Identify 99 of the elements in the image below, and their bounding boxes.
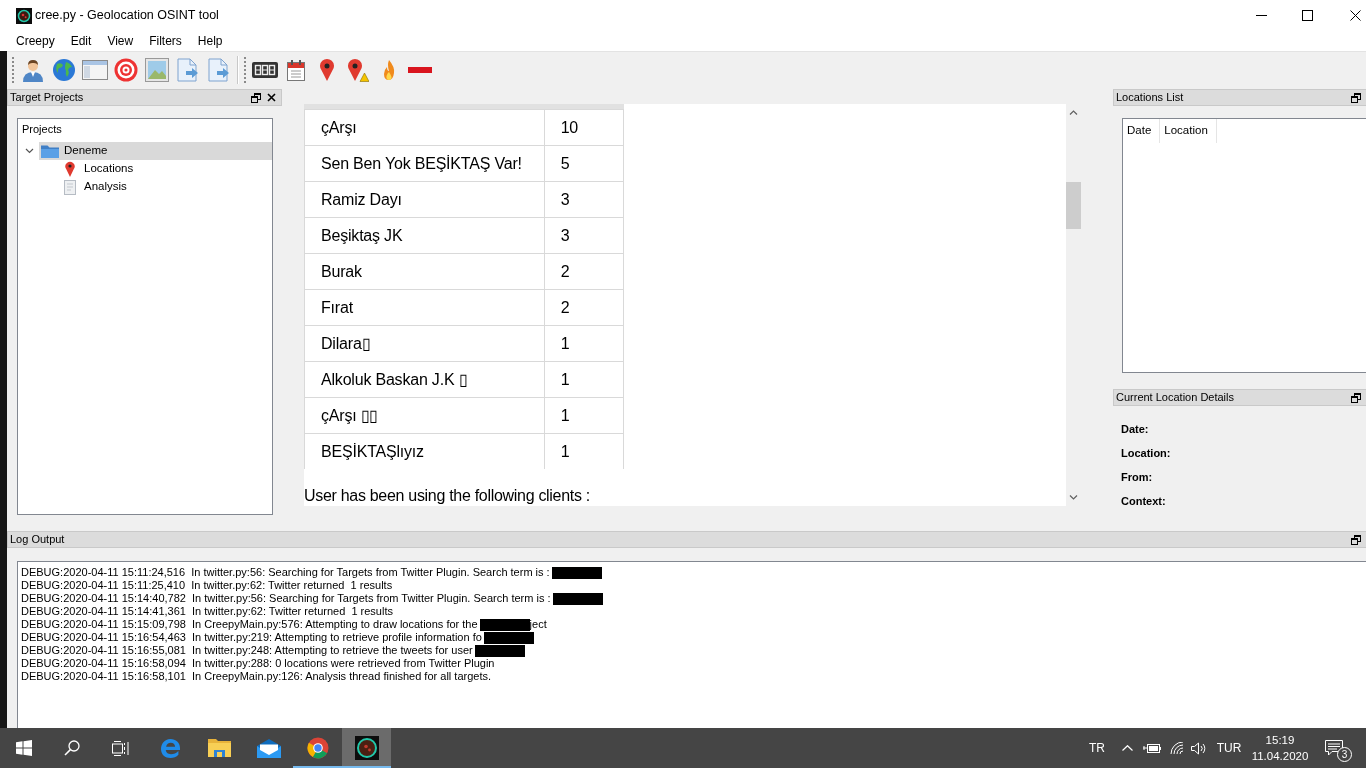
minimize-icon — [1255, 15, 1267, 16]
clock-button[interactable]: 15:19 11.04.2020 — [1250, 728, 1310, 768]
scrollbar-thumb[interactable] — [1066, 182, 1081, 229]
app-icon — [16, 7, 32, 24]
pin-icon[interactable] — [318, 57, 335, 82]
volume-icon[interactable] — [1191, 741, 1207, 755]
input-method-indicator[interactable]: TUR — [1212, 728, 1246, 768]
table-cell: çArşı ▯▯ — [304, 397, 545, 434]
browser-icon — [160, 737, 181, 759]
chevron-down-icon[interactable] — [25, 148, 34, 154]
log-text: DEBUG:2020-04-11 15:11:24,516 In twitter.py:56: Searching for Targets from Twitter Plugin. Search term is : — [21, 566, 550, 579]
table-cell: Fırat — [304, 289, 545, 326]
menu-item[interactable]: Creepy — [8, 32, 63, 50]
table-cell: 2 — [544, 253, 624, 290]
table-cell: 10 — [544, 109, 624, 146]
field-label: Date: — [1121, 422, 1149, 437]
table-cell: 2 — [544, 289, 624, 326]
chevron-up-icon[interactable] — [1069, 110, 1078, 115]
wifi-icon[interactable] — [1169, 741, 1185, 755]
column-header[interactable]: Location — [1160, 119, 1217, 143]
table-cell: 3 — [544, 181, 624, 218]
folder-icon — [41, 144, 59, 158]
column-header[interactable]: Date — [1123, 119, 1161, 143]
table-cell: 1 — [544, 361, 624, 398]
float-icon[interactable] — [1351, 534, 1361, 545]
log-text: ject — [529, 618, 547, 631]
menu-item[interactable]: View — [99, 32, 142, 50]
log-text: DEBUG:2020-04-11 15:11:25,410 In twitter.py:62: Twitter returned 1 results — [21, 579, 393, 592]
table-cell: 1 — [544, 397, 624, 434]
log-text: DEBUG:2020-04-11 15:14:41,361 In twitter.py:62: Twitter returned 1 results — [21, 605, 393, 618]
close-icon — [1350, 10, 1361, 21]
field-label: Context: — [1121, 494, 1166, 509]
table-cell: Sen Ben Yok BEŞİKTAŞ Var! — [304, 145, 545, 182]
redaction-block — [551, 566, 602, 579]
menu-item[interactable]: Edit — [62, 32, 100, 50]
window-icon[interactable] — [81, 59, 108, 80]
table-cell: çArşı — [304, 109, 545, 146]
log-text: DEBUG:2020-04-11 15:15:09,798 In CreepyMain.py:576: Attempting to draw locations for the — [21, 618, 478, 631]
field-label: Location: — [1121, 446, 1171, 461]
table-cell: 1 — [544, 325, 624, 362]
taskbar-app[interactable] — [342, 728, 391, 768]
log-text: DEBUG:2020-04-11 15:14:40,782 In twitter.py:56: Searching for Targets from Twitter Plugin. Search term is : — [21, 592, 551, 605]
mail-icon — [256, 738, 281, 758]
redaction-block — [552, 592, 603, 605]
log-text: DEBUG:2020-04-11 15:16:55,081 In twitter.py:248: Attempting to retrieve the tweets for user — [21, 644, 473, 657]
folder-icon — [208, 738, 231, 758]
menu-item[interactable]: Help — [189, 32, 231, 50]
redaction-block — [474, 644, 525, 657]
close-icon[interactable] — [267, 93, 276, 102]
browser-icon — [306, 737, 329, 759]
document-icon — [64, 179, 76, 195]
app-icon — [354, 736, 379, 760]
export-icon[interactable] — [207, 57, 230, 82]
minus-icon[interactable] — [407, 65, 432, 74]
task-view-icon — [111, 740, 129, 756]
float-icon[interactable] — [251, 92, 261, 103]
redaction-block — [483, 631, 534, 644]
target-icon[interactable] — [113, 57, 138, 82]
log-text: DEBUG:2020-04-11 15:16:54,463 In twitter.py:219: Attempting to retrieve profile information fo — [21, 631, 482, 644]
counter-icon[interactable] — [251, 59, 278, 80]
column-header: Projects — [21, 122, 63, 137]
search-icon — [64, 740, 80, 756]
float-icon[interactable] — [1351, 392, 1361, 403]
table-cell: Alkoluk Baskan J.K ▯ — [304, 361, 545, 398]
panel-title: Target Projects — [10, 90, 84, 105]
globe-icon[interactable] — [51, 57, 76, 82]
report-text: User has been using the following clients : — [304, 486, 590, 506]
field-label: From: — [1121, 470, 1153, 485]
start-icon — [16, 740, 32, 756]
table-cell: Burak — [304, 253, 545, 290]
log-text: DEBUG:2020-04-11 15:16:58,094 In twitter.py:288: 0 locations were retrieved from Twitter Plugin — [21, 657, 495, 670]
table-cell: BEŞİKTAŞlıyız — [304, 433, 545, 469]
table-cell: Dilara▯ — [304, 325, 545, 362]
log-text: DEBUG:2020-04-11 15:16:58,101 In CreepyMain.py:126: Analysis thread finished for all targets. — [21, 670, 491, 683]
tree-item[interactable]: Deneme — [39, 142, 272, 160]
pin-icon — [65, 161, 75, 177]
redaction-block — [479, 618, 530, 631]
chevron-down-icon[interactable] — [1069, 495, 1078, 500]
person-icon[interactable] — [20, 57, 45, 82]
table-cell: 3 — [544, 217, 624, 254]
maximize-icon — [1301, 10, 1313, 21]
notification-icon[interactable] — [1325, 740, 1343, 756]
export-icon[interactable] — [176, 57, 199, 82]
language-indicator[interactable]: TR — [1084, 728, 1110, 768]
panel-title: Current Location Details — [1116, 390, 1234, 405]
window-title: cree.py - Geolocation OSINT tool — [35, 8, 219, 23]
panel-title: Locations List — [1116, 90, 1184, 105]
table-cell: Ramiz Dayı — [304, 181, 545, 218]
panel-title: Log Output — [10, 532, 65, 547]
pin-warning-icon[interactable] — [346, 57, 369, 82]
float-icon[interactable] — [1351, 92, 1361, 103]
tree-item[interactable]: Locations — [59, 160, 272, 178]
table-cell: 5 — [544, 145, 624, 182]
battery-icon[interactable] — [1143, 742, 1161, 754]
table-cell: Beşiktaş JK — [304, 217, 545, 254]
calendar-icon[interactable] — [286, 58, 305, 81]
notification-count: 3 — [1337, 747, 1352, 762]
tree-item[interactable]: Analysis — [59, 178, 272, 196]
menu-item[interactable]: Filters — [141, 32, 190, 50]
